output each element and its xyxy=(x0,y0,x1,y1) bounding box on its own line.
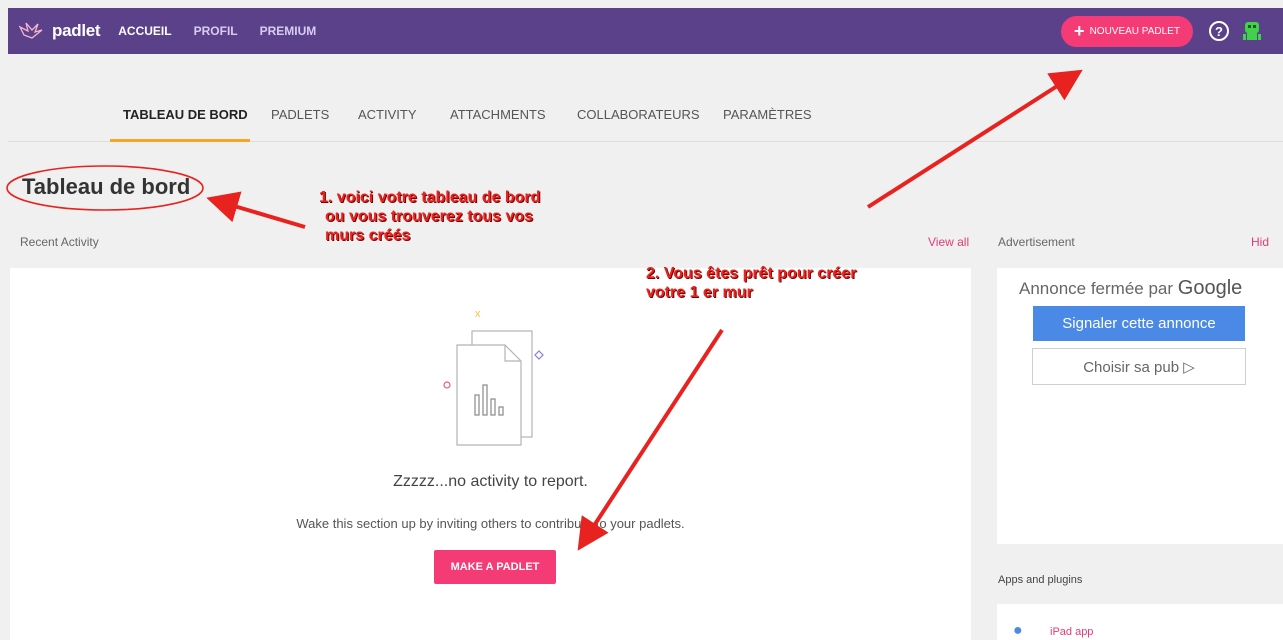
annotation-note-1-line-1: 1. voici votre tableau de bord xyxy=(319,189,541,206)
avatar[interactable] xyxy=(1241,20,1263,42)
nav-premium[interactable]: PREMIUM xyxy=(260,24,317,38)
nav-accueil[interactable]: ACCUEIL xyxy=(118,24,171,38)
top-nav: ACCUEIL PROFIL PREMIUM xyxy=(118,24,338,38)
tab-attachments[interactable]: ATTACHMENTS xyxy=(450,107,546,122)
apple-icon: ● xyxy=(1013,622,1023,639)
plus-icon: + xyxy=(1074,21,1085,41)
ad-closed-label: Annonce fermée par xyxy=(1019,279,1174,298)
annotation-note-1-line-3: murs créés xyxy=(325,227,411,244)
tab-collaborateurs[interactable]: COLLABORATEURS xyxy=(577,107,700,122)
annotation-note-2-line-2: votre 1 er mur xyxy=(646,284,753,301)
annotation-note-2-line-1: 2. Vous êtes prêt pour créer xyxy=(646,265,857,282)
ipad-app-link[interactable]: iPad app xyxy=(1050,626,1093,638)
annotation-note-2: 2. Vous êtes prêt pour créer votre 1 er … xyxy=(646,264,856,302)
new-padlet-button[interactable]: + NOUVEAU PADLET xyxy=(1061,16,1193,47)
help-icon[interactable]: ? xyxy=(1209,21,1229,41)
empty-state-description: Wake this section up by inviting others … xyxy=(296,516,685,531)
hide-ad-link[interactable]: Hid xyxy=(1251,235,1269,249)
nav-profil[interactable]: PROFIL xyxy=(194,24,238,38)
google-wordmark: Google xyxy=(1177,277,1243,299)
view-all-link[interactable]: View all xyxy=(928,235,969,249)
annotation-note-1: 1. voici votre tableau de bord ou vous t… xyxy=(319,188,540,245)
make-a-padlet-button[interactable]: MAKE A PADLET xyxy=(434,550,556,584)
top-navbar: padlet ACCUEIL PROFIL PREMIUM + NOUVEAU … xyxy=(8,8,1283,54)
tab-padlets[interactable]: PADLETS xyxy=(271,107,329,122)
logo-text: padlet xyxy=(52,21,101,40)
recent-activity-card: x Zzzzz...no activity to report. Wake th… xyxy=(10,268,971,640)
active-tab-indicator xyxy=(110,139,250,142)
empty-state-title: Zzzzz...no activity to report. xyxy=(393,473,588,490)
page-title: Tableau de bord xyxy=(22,174,191,199)
tab-activity[interactable]: ACTIVITY xyxy=(358,107,417,122)
choose-ad-button[interactable]: Choisir sa pub ▷ xyxy=(1032,348,1246,385)
svg-text:x: x xyxy=(475,308,481,320)
apps-card: ● iPad app xyxy=(997,604,1283,640)
padlet-logo[interactable]: padlet xyxy=(18,21,101,41)
empty-documents-illustration: x xyxy=(443,308,544,446)
apps-plugins-label: Apps and plugins xyxy=(998,574,1083,586)
advertisement-label: Advertisement xyxy=(998,235,1075,249)
recent-activity-label: Recent Activity xyxy=(20,235,99,249)
report-ad-button[interactable]: Signaler cette annonce xyxy=(1033,306,1245,341)
ad-closed-text: Annonce fermée par Google xyxy=(1019,277,1242,300)
advertisement-card: Annonce fermée par Google Signaler cette… xyxy=(997,268,1283,544)
tab-parametres[interactable]: PARAMÈTRES xyxy=(723,107,812,122)
annotation-note-1-line-2: ou vous trouverez tous vos xyxy=(325,208,534,225)
new-padlet-label: NOUVEAU PADLET xyxy=(1089,26,1180,37)
dashboard-tabs: TABLEAU DE BORD PADLETS ACTIVITY ATTACHM… xyxy=(8,88,1283,142)
padlet-crane-icon xyxy=(18,22,43,39)
arrow-to-title xyxy=(206,191,306,229)
tab-tableau-de-bord[interactable]: TABLEAU DE BORD xyxy=(123,107,248,122)
